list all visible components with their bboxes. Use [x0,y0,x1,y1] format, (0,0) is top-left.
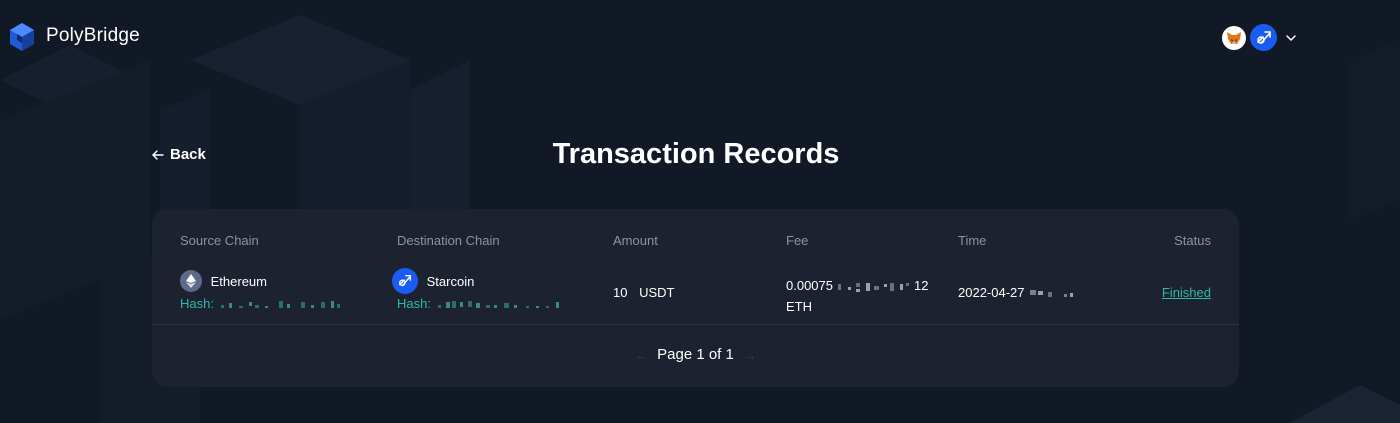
pagination: ← Page 1 of 1 → [152,346,1239,363]
fee-amount: 0.00075 12 [786,275,928,296]
column-header-amount: Amount [613,233,658,248]
top-header: PolyBridge [0,0,1400,72]
fee-suffix: 12 [914,278,929,293]
destination-hash-link[interactable]: Hash: [397,296,568,311]
page-title: Transaction Records [552,138,840,170]
next-page-icon[interactable]: → [743,347,757,363]
redacted-hash-icon [220,300,340,308]
column-header-source-chain: Source Chain [180,233,259,248]
status-value: Finished [1162,285,1211,300]
ethereum-icon [180,270,202,292]
redacted-hash-icon [437,300,559,308]
source-hash-link[interactable]: Hash: [180,296,343,311]
column-header-fee: Fee [786,233,809,248]
chevron-down-icon [1286,34,1296,41]
metamask-fox-icon [1222,25,1246,50]
fee-prefix: 0.00075 [786,278,833,293]
source-chain: Ethereum [180,270,267,292]
source-hash-label: Hash: [180,296,214,311]
redacted-fee-icon [838,282,909,292]
column-header-status: Status [1174,233,1211,248]
destination-chain-name: Starcoin [426,273,475,289]
status-finished-link[interactable]: Finished [1162,285,1211,300]
destination-chain: Starcoin [392,268,474,294]
polybridge-logo-icon [10,23,34,51]
fee-value: 0.00075 12 ETH [786,275,928,317]
wallet-menu[interactable] [1222,24,1297,51]
row-divider [152,324,1239,325]
amount-number: 10 [613,285,628,300]
column-header-time: Time [958,233,987,248]
time-value: 2022-04-27 [958,285,1078,300]
transactions-table: Source Chain Destination Chain Amount Fe… [152,209,1239,387]
time-date: 2022-04-27 [958,285,1025,300]
redacted-time-icon [1029,289,1073,297]
prev-page-icon[interactable]: ← [634,347,648,363]
page-indicator: Page 1 of 1 [657,346,734,363]
starcoin-icon [392,268,418,294]
amount-value: 10 USDT [613,285,674,300]
source-chain-name: Ethereum [210,273,267,289]
destination-hash-label: Hash: [397,296,431,311]
brand-name[interactable]: PolyBridge [46,25,140,47]
column-header-destination-chain: Destination Chain [397,233,500,248]
amount-token: USDT [639,285,675,300]
starcoin-icon [1250,24,1277,51]
fee-token: ETH [786,299,812,314]
